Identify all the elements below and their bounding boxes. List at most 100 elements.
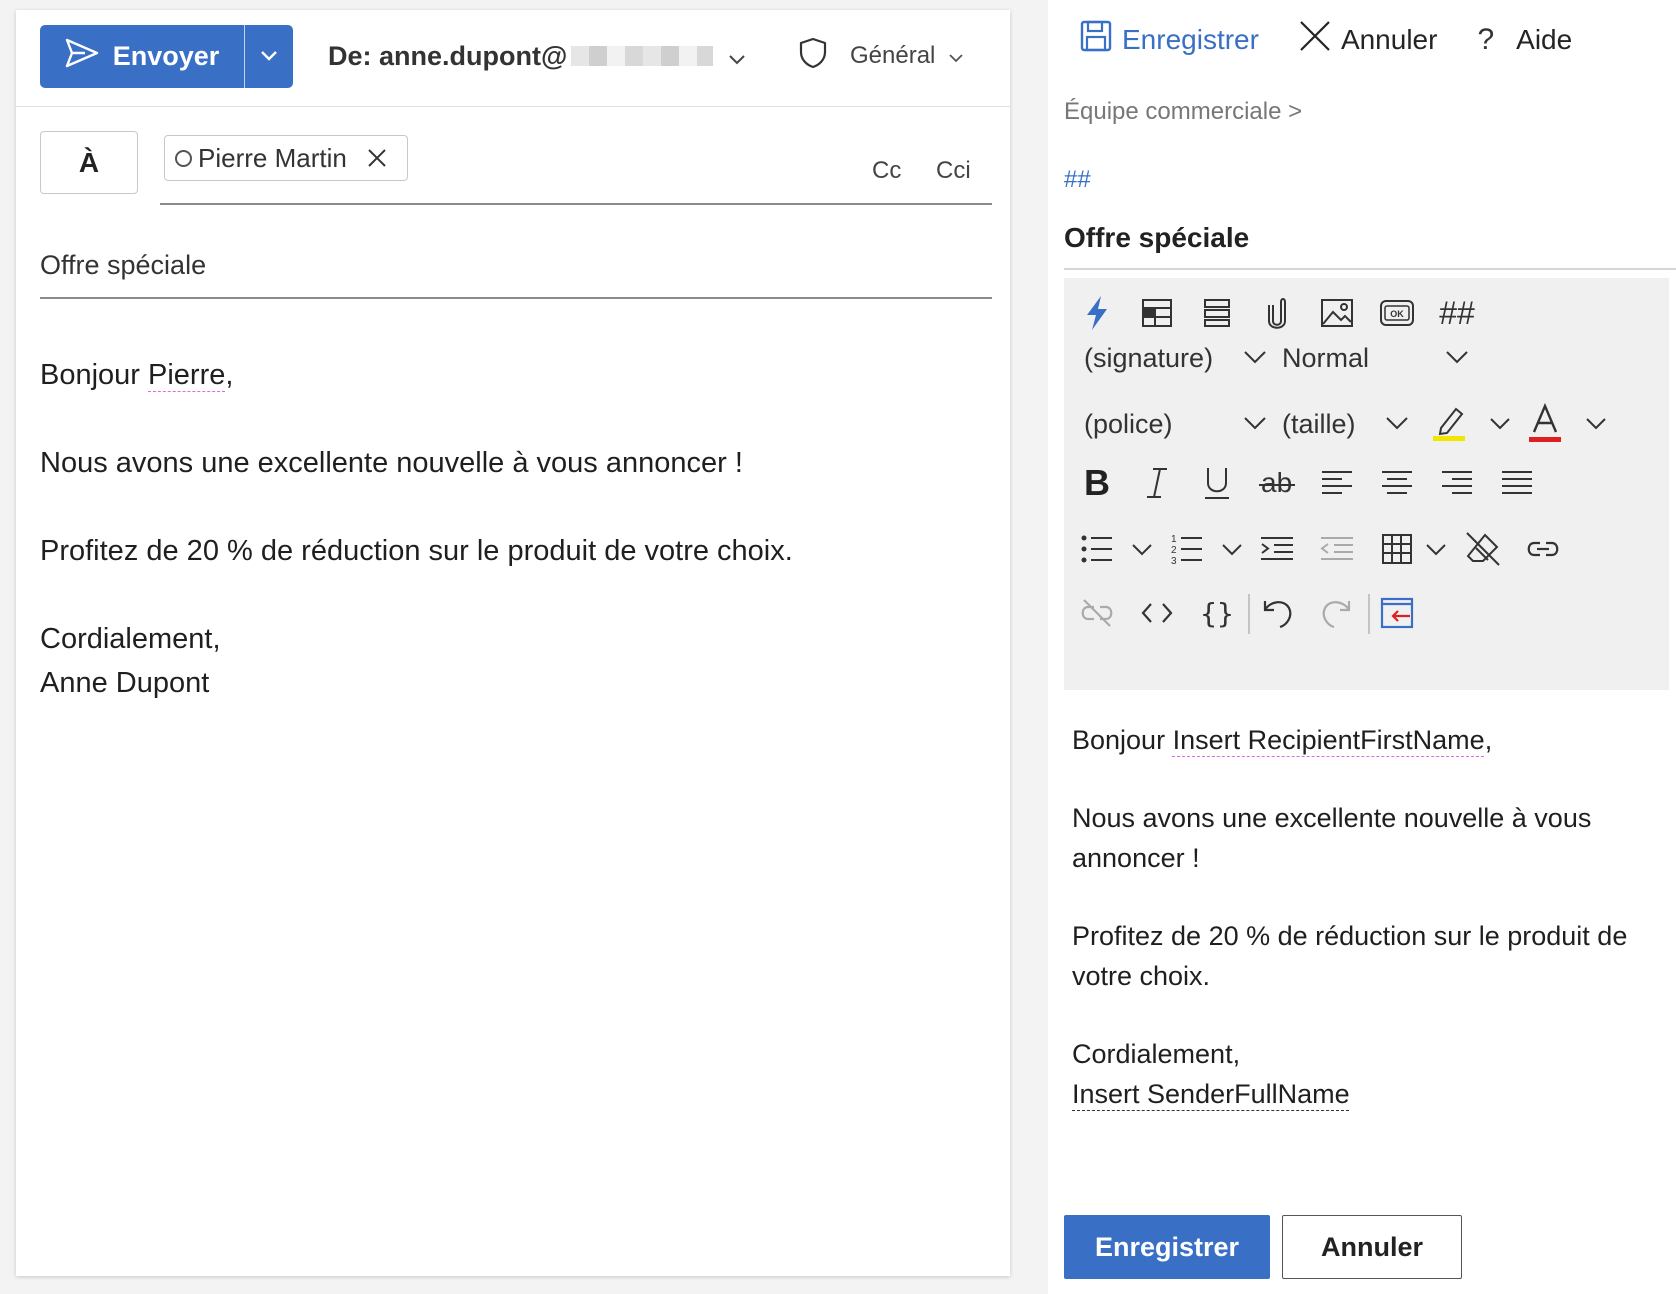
svg-text:2: 2: [1171, 545, 1177, 556]
align-left-button[interactable]: [1314, 460, 1360, 506]
template-title-input[interactable]: Offre spéciale: [1064, 222, 1249, 254]
decrease-indent-button[interactable]: [1314, 526, 1360, 572]
send-button[interactable]: Envoyer: [40, 25, 244, 88]
template-body[interactable]: Bonjour Insert RecipientFirstName, Nous …: [1072, 720, 1662, 1114]
align-center-button[interactable]: [1374, 460, 1420, 506]
ok-button-icon: OK: [1379, 299, 1415, 327]
panel-cancel-label: Annuler: [1340, 23, 1438, 55]
panel-actions: Enregistrer Annuler ? Aide: [1080, 20, 1612, 59]
align-right-button[interactable]: [1434, 460, 1480, 506]
template-layout-button[interactable]: [1134, 290, 1180, 336]
style-dropdown[interactable]: Normal: [1282, 338, 1369, 378]
template-body-line-2: Profitez de 20 % de réduction sur le pro…: [1072, 921, 1628, 991]
insert-image-button[interactable]: [1314, 290, 1360, 336]
cc-button[interactable]: Cc: [872, 157, 901, 185]
strikethrough-button[interactable]: ab: [1254, 460, 1300, 506]
font-dropdown[interactable]: (police): [1084, 404, 1173, 444]
exit-icon: [1380, 597, 1414, 629]
closing-line: Cordialement,: [40, 623, 221, 655]
subject-underline: [40, 297, 992, 299]
size-dropdown[interactable]: (taille): [1282, 404, 1356, 444]
chevron-down-icon: [261, 48, 277, 66]
svg-text:OK: OK: [1390, 309, 1404, 319]
font-color-button[interactable]: [1522, 400, 1568, 446]
italic-button[interactable]: [1134, 460, 1180, 506]
svg-text:ab: ab: [1261, 468, 1292, 498]
table-button[interactable]: [1374, 526, 1420, 572]
to-button[interactable]: À: [40, 131, 138, 194]
insert-button-button[interactable]: OK: [1374, 290, 1420, 336]
quick-insert-button[interactable]: [1074, 290, 1120, 336]
lightning-icon: [1084, 295, 1110, 331]
json-source-button[interactable]: {}: [1194, 590, 1240, 636]
footer-cancel-button[interactable]: Annuler: [1282, 1215, 1462, 1279]
chevron-down-icon[interactable]: [1386, 417, 1408, 435]
sensitivity-selector[interactable]: Général: [798, 36, 964, 76]
unlink-icon: [1079, 597, 1115, 629]
section-button[interactable]: [1194, 290, 1240, 336]
close-icon: [1299, 20, 1331, 59]
chevron-down-icon[interactable]: [1586, 417, 1606, 435]
justify-button[interactable]: [1494, 460, 1540, 506]
exit-editor-button[interactable]: [1374, 590, 1420, 636]
eraser-icon: [1465, 531, 1501, 567]
braces-icon: {}: [1200, 596, 1234, 630]
body-line-2: Profitez de 20 % de réduction sur le pro…: [40, 535, 793, 567]
align-right-icon: [1441, 469, 1473, 497]
recipient-chip[interactable]: Pierre Martin: [164, 135, 408, 181]
bold-button[interactable]: B: [1074, 460, 1120, 506]
panel-cancel-button[interactable]: Annuler: [1299, 20, 1438, 59]
strikethrough-icon: ab: [1258, 468, 1296, 498]
close-icon[interactable]: [367, 148, 387, 168]
underline-button[interactable]: [1194, 460, 1240, 506]
editor-toolbar: OK ## (signature) Normal (police) (taill…: [1064, 278, 1669, 690]
remove-link-button[interactable]: [1074, 590, 1120, 636]
html-source-button[interactable]: [1134, 590, 1180, 636]
bcc-button[interactable]: Cci: [936, 157, 971, 185]
title-underline: [1064, 268, 1676, 270]
message-body[interactable]: Bonjour Pierre, Nous avons une excellent…: [40, 353, 980, 705]
undo-icon: [1260, 597, 1294, 629]
attachment-button[interactable]: [1254, 290, 1300, 336]
panel-save-button[interactable]: Enregistrer: [1080, 20, 1259, 59]
chevron-down-icon[interactable]: [1244, 417, 1266, 435]
chevron-down-icon[interactable]: [1132, 543, 1152, 561]
align-left-icon: [1321, 469, 1353, 497]
insert-link-button[interactable]: [1520, 526, 1566, 572]
signature-dropdown[interactable]: (signature): [1084, 338, 1213, 378]
paperclip-icon: [1266, 296, 1288, 330]
font-dropdown-label: (police): [1084, 408, 1173, 439]
numbered-list-button[interactable]: 123: [1164, 526, 1210, 572]
subject-input[interactable]: Offre spéciale: [40, 250, 206, 281]
chevron-down-icon[interactable]: [1490, 417, 1510, 435]
justify-icon: [1501, 469, 1533, 497]
chevron-down-icon[interactable]: [1446, 351, 1468, 369]
template-greeting-prefix: Bonjour: [1072, 725, 1173, 755]
outdent-icon: [1320, 535, 1354, 563]
clear-formatting-button[interactable]: [1460, 526, 1506, 572]
hash-insert-button[interactable]: ##: [1434, 290, 1480, 336]
hash-link[interactable]: ##: [1064, 166, 1091, 194]
bullet-list-icon: [1081, 534, 1113, 564]
send-split-button: Envoyer: [40, 25, 293, 88]
increase-indent-button[interactable]: [1254, 526, 1300, 572]
from-selector[interactable]: De: anne.dupont@: [328, 36, 746, 76]
redo-button[interactable]: [1314, 590, 1360, 636]
font-color-icon: [1527, 403, 1563, 443]
chevron-down-icon[interactable]: [1244, 351, 1266, 369]
breadcrumb[interactable]: Équipe commerciale >: [1064, 98, 1302, 126]
italic-icon: [1145, 467, 1169, 499]
shield-icon: [798, 37, 828, 76]
undo-button[interactable]: [1254, 590, 1300, 636]
footer-save-button[interactable]: Enregistrer: [1064, 1215, 1270, 1279]
sender-fullname-placeholder[interactable]: Insert SenderFullName: [1072, 1079, 1350, 1109]
save-icon: [1080, 20, 1112, 59]
chevron-down-icon[interactable]: [1222, 543, 1242, 561]
highlight-color-button[interactable]: [1426, 400, 1472, 446]
send-options-button[interactable]: [245, 25, 293, 88]
chevron-down-icon[interactable]: [1426, 543, 1446, 561]
panel-help-button[interactable]: ? Aide: [1477, 23, 1572, 57]
bullet-list-button[interactable]: [1074, 526, 1120, 572]
recipient-firstname-placeholder[interactable]: Insert RecipientFirstName: [1173, 725, 1485, 755]
greeting-suffix: ,: [225, 359, 234, 391]
